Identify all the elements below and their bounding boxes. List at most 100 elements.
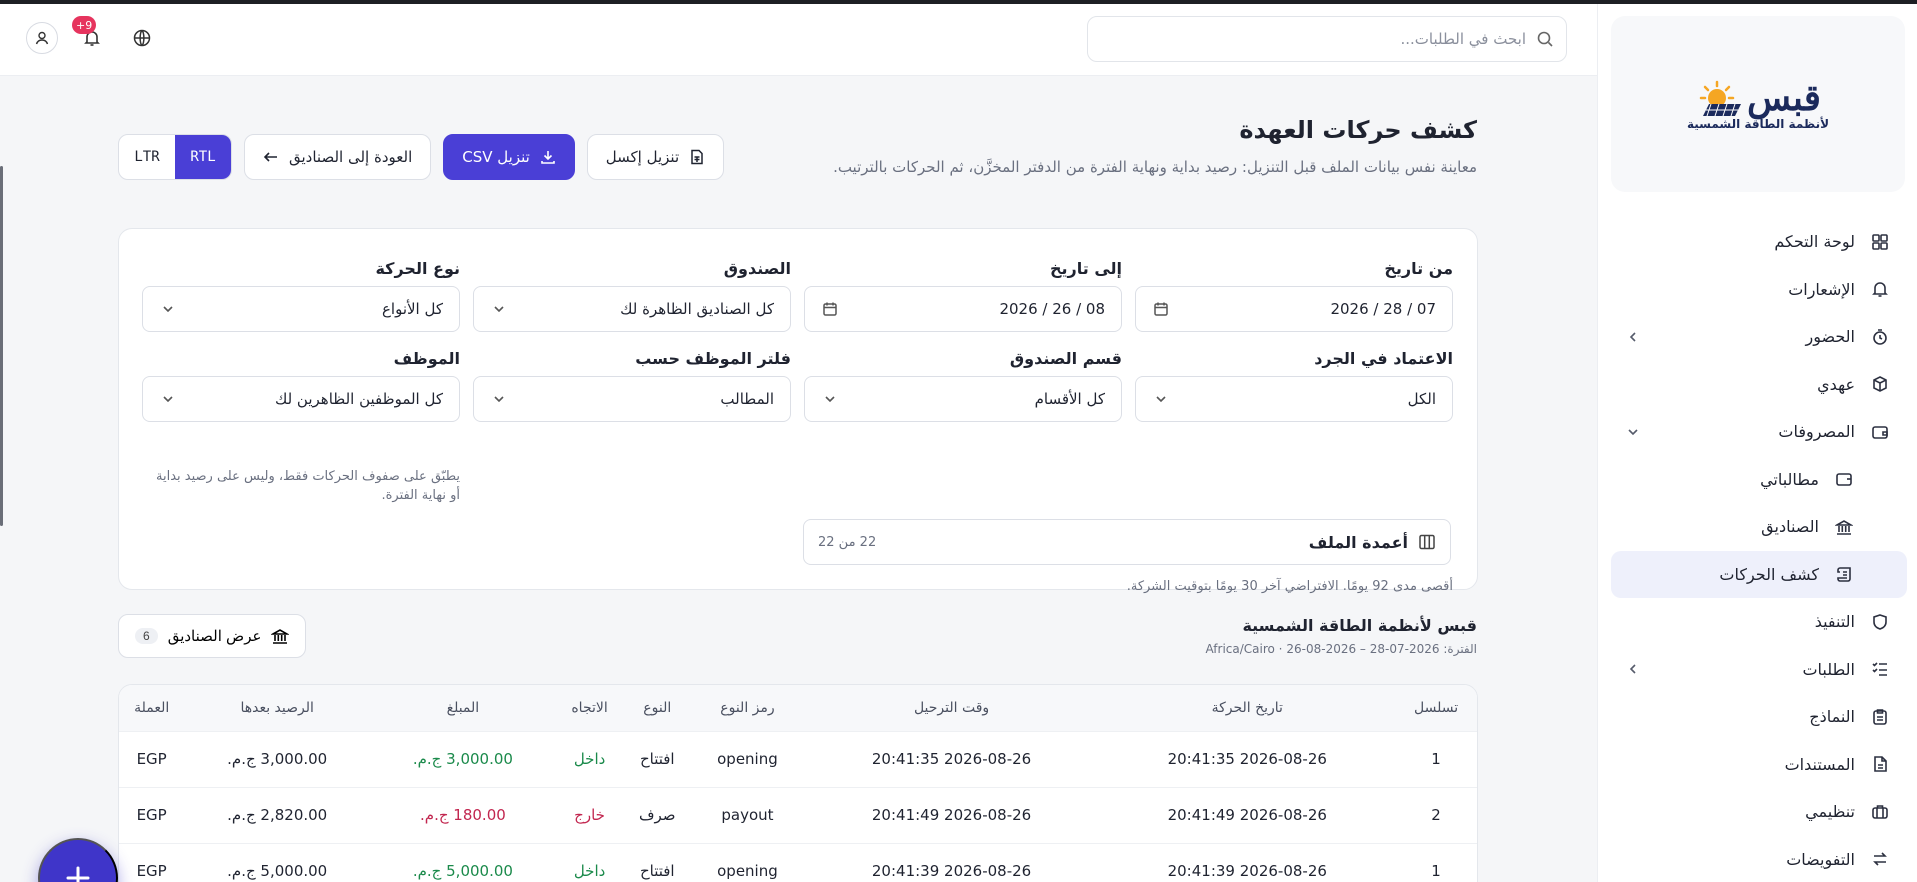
sidebar-item-boxes[interactable]: الصناديق: [1611, 503, 1907, 551]
sidebar-item-dashboard[interactable]: لوحة التحكم: [1611, 218, 1907, 266]
page-actions: LTR RTL العودة إلى الصناديق تنزيل CSV تن…: [118, 134, 725, 180]
movements-table: تسلسل تاريخ الحركة وقت الترحيل رمز النوع…: [119, 685, 1477, 882]
logo-card[interactable]: قبس لأنظمة الطاقة الشمسية: [1611, 16, 1905, 192]
sidebar-item-documents[interactable]: المستندات: [1611, 741, 1907, 789]
sidebar-item-delegations[interactable]: التفويضات: [1611, 836, 1907, 882]
download-csv-button[interactable]: تنزيل CSV: [443, 134, 575, 180]
document-icon: [1869, 753, 1891, 775]
col-type[interactable]: النوع: [623, 685, 692, 731]
col-direction[interactable]: الاتجاه: [555, 685, 624, 731]
search-icon: [1536, 30, 1554, 48]
sidebar-item-forms[interactable]: النماذج: [1611, 693, 1907, 741]
field-value: 07 / 28 / 2026: [1330, 300, 1436, 318]
calendar-icon[interactable]: [1152, 300, 1170, 318]
col-code[interactable]: رمز النوع: [691, 685, 804, 731]
main-content: كشف حركات العهدة معاينة نفس بيانات الملف…: [0, 76, 1597, 882]
col-seq[interactable]: تسلسل: [1395, 685, 1477, 731]
col-balance[interactable]: الرصيد بعدها: [184, 685, 371, 731]
cell-direction: خارج: [555, 786, 624, 843]
sidebar-item-statement[interactable]: كشف الحركات: [1611, 550, 1907, 598]
download-icon: [540, 149, 556, 165]
col-currency[interactable]: العملة: [119, 685, 185, 731]
box-select[interactable]: كل الصناديق الظاهرة لك: [473, 286, 791, 332]
box-section-select[interactable]: كل الأقسام: [804, 376, 1122, 422]
download-excel-button[interactable]: تنزيل إكسل: [586, 134, 725, 180]
sidebar-item-custody[interactable]: عهدي: [1611, 361, 1907, 409]
employee-field: الموظف كل الموظفين الظاهرين لك: [142, 349, 460, 422]
checklist-icon: [1869, 658, 1891, 680]
to-date-input[interactable]: 08 / 26 / 2026: [804, 286, 1122, 332]
employee-filter-select[interactable]: المطالب: [473, 376, 791, 422]
calendar-icon[interactable]: [821, 300, 839, 318]
rtl-option[interactable]: RTL: [175, 135, 231, 179]
columns-count: 22 من 22: [818, 534, 877, 550]
sidebar-item-label: الصناديق: [1761, 517, 1819, 537]
cell-seq: 1: [1395, 842, 1477, 882]
sidebar-item-my-claims[interactable]: مطالباتي: [1611, 456, 1907, 504]
chevron-left-icon[interactable]: [1625, 329, 1641, 345]
sidebar-item-notifications[interactable]: الإشعارات: [1611, 266, 1907, 314]
sidebar-item-organization[interactable]: تنظيمي: [1611, 788, 1907, 836]
cell-balance: 2,820.00 ج.م.: [184, 786, 371, 843]
field-label: الصندوق: [723, 259, 791, 278]
notifications-button[interactable]: +9: [72, 16, 108, 54]
field-value: المطالب: [720, 390, 774, 408]
back-to-boxes-button[interactable]: العودة إلى الصناديق: [244, 134, 432, 180]
cell-posted: 2026-08-26 20:41:49: [803, 786, 1100, 843]
sidebar-item-requests[interactable]: الطلبات: [1611, 646, 1907, 694]
chevron-down-icon[interactable]: [1625, 424, 1641, 440]
col-amount[interactable]: المبلغ: [370, 685, 556, 731]
inventory-select[interactable]: الكل: [1135, 376, 1453, 422]
cube-icon: [1869, 373, 1891, 395]
movements-table-card: تسلسل تاريخ الحركة وقت الترحيل رمز النوع…: [118, 684, 1478, 882]
sidebar-item-label: النماذج: [1809, 707, 1855, 727]
sidebar-item-label: التفويضات: [1786, 849, 1855, 869]
field-label: قسم الصندوق: [1009, 349, 1122, 368]
from-date-input[interactable]: 07 / 28 / 2026: [1135, 286, 1453, 332]
button-label: العودة إلى الصناديق: [289, 148, 413, 166]
show-boxes-button[interactable]: عرض الصناديق 6: [118, 614, 307, 658]
sidebar-item-expenses[interactable]: المصروفات: [1611, 408, 1907, 456]
language-button[interactable]: [126, 22, 158, 54]
table-row[interactable]: 1 2026-08-26 20:41:39 2026-08-26 20:41:3…: [119, 842, 1477, 882]
field-value: كل الصناديق الظاهرة لك: [620, 300, 774, 318]
globe-icon: [132, 28, 152, 48]
file-columns-picker[interactable]: أعمدة الملف 22 من 22: [803, 519, 1451, 565]
cell-amount: 3,000.00 ج.م.: [370, 730, 556, 787]
cell-date: 2026-08-26 20:41:35: [1099, 730, 1396, 787]
field-label: فلتر الموظف حسب: [635, 349, 791, 368]
field-value: الكل: [1407, 390, 1436, 408]
arrow-left-icon: [263, 149, 279, 165]
field-label: إلى تاريخ: [1049, 259, 1122, 278]
employee-select[interactable]: كل الموظفين الظاهرين لك: [142, 376, 460, 422]
cell-posted: 2026-08-26 20:41:35: [803, 730, 1100, 787]
sidebar-item-attendance[interactable]: الحضور: [1611, 313, 1907, 361]
sun-panel-icon: [1699, 80, 1742, 117]
table-row[interactable]: 1 2026-08-26 20:41:35 2026-08-26 20:41:3…: [119, 730, 1477, 787]
cell-posted: 2026-08-26 20:41:39: [803, 842, 1100, 882]
col-date[interactable]: تاريخ الحركة: [1099, 685, 1396, 731]
search-input[interactable]: [1100, 30, 1526, 48]
sidebar-item-execution[interactable]: التنفيذ: [1611, 598, 1907, 646]
cell-currency: EGP: [119, 730, 185, 787]
filters-card: من تاريخ 07 / 28 / 2026 إلى تاريخ 08 / 2…: [118, 228, 1478, 594]
spreadsheet-icon: [689, 149, 705, 165]
sidebar-item-label: لوحة التحكم: [1774, 232, 1855, 252]
chevron-left-icon[interactable]: [1625, 661, 1641, 677]
table-row[interactable]: 2 2026-08-26 20:41:49 2026-08-26 20:41:4…: [119, 786, 1477, 843]
sidebar-item-label: مطالباتي: [1760, 469, 1819, 489]
plus-icon: [62, 862, 94, 882]
box-field: الصندوق كل الصناديق الظاهرة لك: [473, 259, 791, 332]
col-posted[interactable]: وقت الترحيل: [803, 685, 1100, 731]
field-label: الاعتماد في الجرد: [1314, 349, 1453, 368]
search-box[interactable]: [1087, 16, 1567, 62]
scrollbar-thumb[interactable]: [0, 166, 3, 526]
cell-amount: 180.00 ج.م.: [370, 786, 556, 843]
add-fab-button[interactable]: [38, 838, 118, 882]
company-name: قبس لأنظمة الطاقة الشمسية: [1242, 616, 1477, 635]
user-menu-button[interactable]: [26, 22, 58, 54]
brand-tagline: لأنظمة الطاقة الشمسية: [1686, 117, 1830, 131]
cell-seq: 2: [1395, 786, 1477, 843]
ltr-option[interactable]: LTR: [119, 135, 175, 179]
movement-type-select[interactable]: كل الأنواع: [142, 286, 460, 332]
